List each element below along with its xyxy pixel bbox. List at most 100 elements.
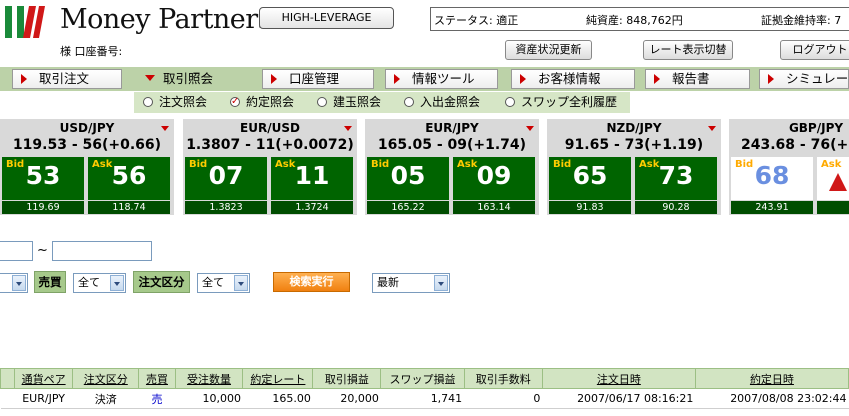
subnav-label: 建玉照会 (333, 95, 382, 109)
buysell-select[interactable]: 全て (73, 273, 126, 293)
header-cell: 取引手数料 (463, 368, 543, 389)
header-cell[interactable]: 通貨ペア (14, 368, 74, 389)
subnav-label: 入出金照会 (420, 95, 481, 109)
radio-checked-icon (230, 94, 240, 109)
date-from-input[interactable] (0, 241, 33, 261)
bid-value: 05 (390, 161, 426, 190)
logout-button[interactable]: ログアウト (780, 40, 849, 60)
subnav-swap-history[interactable]: スワップ全利履歴 (505, 95, 617, 110)
table-row: EUR/JPY 決済 売 10,000 165.00 20,000 1,741 … (0, 388, 849, 409)
tab-trade-inquiry[interactable]: 取引照会 (136, 67, 248, 91)
ask-box[interactable]: Ask 56 (88, 157, 170, 200)
bid-sub-value: 1.3823 (185, 201, 267, 214)
status-panel: ステータス: 適正 純資産: 848,762円 証拠金維持率: 7 (430, 7, 849, 31)
bid-box[interactable]: Bid 53 (2, 157, 84, 200)
dropdown-arrow-icon[interactable] (708, 126, 716, 131)
account-label: 様 口座番号: (60, 45, 123, 58)
net-assets-text: 純資産: 848,762円 (586, 14, 683, 27)
tab-simulation[interactable]: シミュレーショ (759, 69, 849, 89)
quote-text: 119.53 - 56(+0.66) (12, 137, 162, 153)
ask-sub-value: 90.28 (635, 201, 717, 214)
bid-box[interactable]: Bid 05 (367, 157, 449, 200)
dropdown-arrow-icon[interactable] (344, 126, 352, 131)
arrow-right-icon (654, 74, 660, 84)
status-text: ステータス: 適正 (434, 14, 519, 27)
order-type-label: 注文区分 (133, 271, 190, 293)
search-button[interactable]: 検索実行 (273, 272, 350, 292)
arrow-right-icon (394, 74, 400, 84)
tab-account-management[interactable]: 口座管理 (262, 69, 374, 89)
subnav-deposit-inquiry[interactable]: 入出金照会 (404, 95, 480, 110)
rate-panel-nzdjpy[interactable]: NZD/JPY 91.65 - 73(+1.19) Bid 65 Ask 73 … (547, 119, 721, 215)
chevron-down-icon (12, 275, 26, 291)
period-select[interactable] (0, 273, 28, 293)
subnav-position-inquiry[interactable]: 建玉照会 (317, 95, 381, 110)
order-type-value: 全て (202, 276, 224, 289)
tab-label: 口座管理 (289, 71, 340, 86)
rate-panel-gbpjpy[interactable]: GBP/JPY 243.68 - 76(+3 Bid 68 Ask 243.91 (729, 119, 849, 215)
subnav-label: 注文照会 (159, 95, 208, 109)
quote-text: 1.3807 - 11(+0.0072) (186, 137, 354, 153)
arrow-right-icon (520, 74, 526, 84)
bid-box[interactable]: Bid 07 (185, 157, 267, 200)
header-cell[interactable]: 売買 (138, 368, 176, 389)
pair-name: NZD/JPY (606, 121, 662, 135)
arrow-down-icon (145, 75, 155, 81)
header-cell[interactable]: 注文日時 (541, 368, 696, 389)
buysell-value: 全て (78, 276, 100, 289)
chevron-down-icon (234, 275, 248, 291)
header-cell[interactable]: 約定レート (242, 368, 314, 389)
rate-panel-usdjpy[interactable]: USD/JPY 119.53 - 56(+0.66) Bid 53 Ask 56… (0, 119, 174, 215)
tab-label: シミュレーショ (786, 71, 849, 86)
quote-text: 91.65 - 73(+1.19) (564, 137, 704, 153)
dropdown-arrow-icon[interactable] (161, 126, 169, 131)
radio-icon (317, 97, 327, 107)
pair-name: EUR/USD (240, 121, 300, 135)
header-cell-blank (0, 368, 16, 389)
dropdown-arrow-icon[interactable] (526, 126, 534, 131)
tab-info-tools[interactable]: 情報ツール (385, 69, 498, 89)
tab-customer-info[interactable]: お客様情報 (511, 69, 635, 89)
order-type-select[interactable]: 全て (197, 273, 250, 293)
ask-box[interactable]: Ask 11 (271, 157, 353, 200)
subnav-label: スワップ全利履歴 (521, 95, 618, 109)
tab-label: 取引照会 (163, 71, 214, 86)
radio-icon (404, 97, 414, 107)
radio-icon (505, 97, 515, 107)
tab-label: 報告書 (672, 71, 710, 86)
header-cell[interactable]: 受注数量 (174, 368, 244, 389)
date-separator: ~ (37, 243, 48, 258)
bid-box[interactable]: Bid 68 (731, 157, 813, 200)
sort-select[interactable]: 最新 (372, 273, 450, 293)
tab-label: 取引注文 (39, 71, 90, 86)
header-cell[interactable]: 注文区分 (72, 368, 140, 389)
ask-box[interactable]: Ask 09 (453, 157, 535, 200)
bid-value: 65 (572, 161, 608, 190)
ask-value: 56 (111, 161, 147, 190)
rate-display-toggle-button[interactable]: レート表示切替 (643, 40, 733, 60)
bid-value: 53 (25, 161, 61, 190)
subnav-order-inquiry[interactable]: 注文照会 (143, 95, 207, 110)
up-arrow-icon (829, 173, 847, 191)
arrow-right-icon (21, 74, 27, 84)
subnav-execution-inquiry[interactable]: 約定照会 (230, 94, 294, 110)
table-cell-blank (0, 388, 15, 409)
cell-trade-pl: 20,000 (312, 388, 381, 409)
rate-panel-eurusd[interactable]: EUR/USD 1.3807 - 11(+0.0072) Bid 07 Ask … (183, 119, 357, 215)
margin-ratio-text: 証拠金維持率: 7 (761, 14, 842, 27)
execution-table: 通貨ペア 注文区分 売買 受注数量 約定レート 取引損益 スワップ損益 取引手数… (0, 368, 849, 409)
chevron-down-icon (110, 275, 124, 291)
rate-panel-eurjpy[interactable]: EUR/JPY 165.05 - 09(+1.74) Bid 05 Ask 09… (365, 119, 539, 215)
ask-box[interactable]: Ask 73 (635, 157, 717, 200)
tab-trade-order[interactable]: 取引注文 (12, 69, 122, 89)
header-cell[interactable]: 約定日時 (694, 368, 849, 389)
bid-box[interactable]: Bid 65 (549, 157, 631, 200)
sort-value: 最新 (377, 276, 399, 289)
ask-box[interactable]: Ask (817, 157, 849, 200)
pair-name: GBP/JPY (788, 121, 844, 135)
date-to-input[interactable] (52, 241, 152, 261)
tab-reports[interactable]: 報告書 (645, 69, 750, 89)
update-assets-button[interactable]: 資産状況更新 (505, 40, 592, 60)
high-leverage-button[interactable]: HIGH-LEVERAGE (259, 7, 394, 29)
cell-swap-pl: 1,741 (380, 388, 465, 409)
